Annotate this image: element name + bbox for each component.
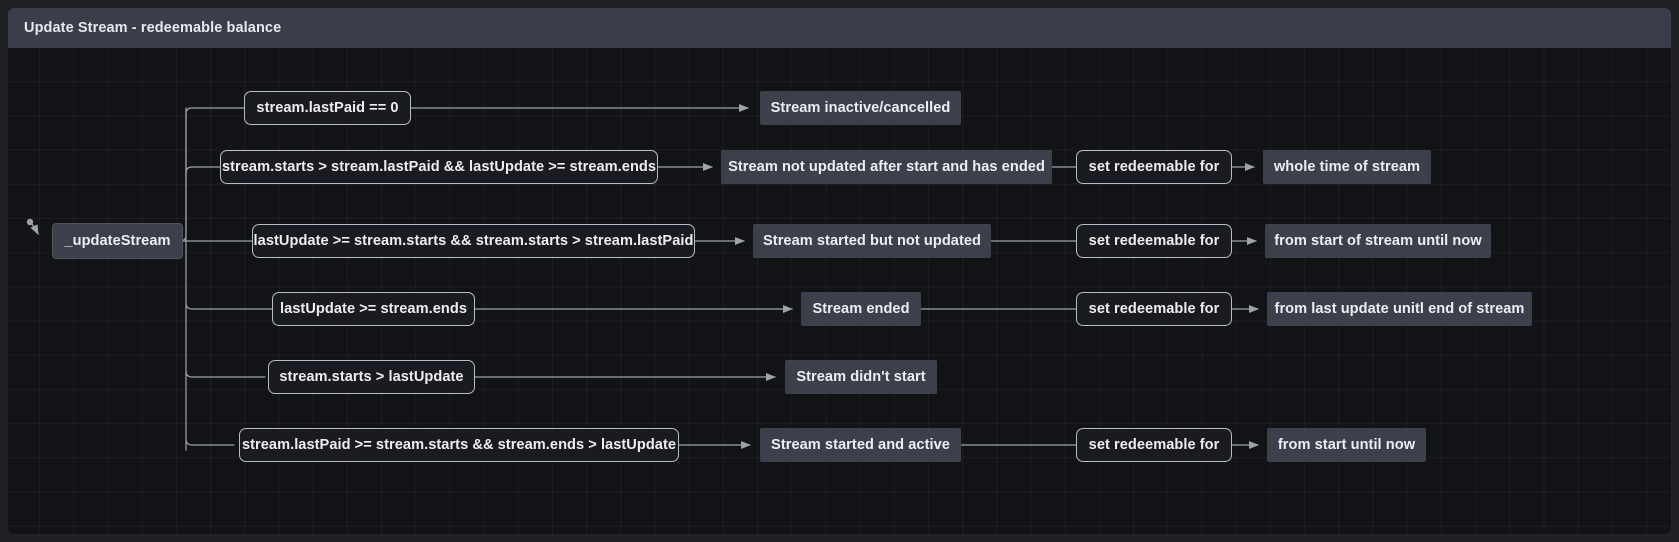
edge-root-to-cond-4 [185, 302, 273, 310]
node-label: from start until now [1277, 436, 1416, 453]
node-label: whole time of stream [1273, 158, 1421, 175]
page-title: Update Stream - redeemable balance [24, 20, 282, 36]
node-label: lastUpdate >= stream.starts && stream.st… [253, 232, 694, 249]
node-label: Stream started and active [771, 436, 950, 453]
node-action-4[interactable]: set redeemable for [1076, 292, 1232, 326]
node-label: lastUpdate >= stream.ends [280, 300, 467, 317]
node-outcome-3[interactable]: from start of stream until now [1265, 224, 1491, 258]
edge-root-to-cond-5 [185, 370, 266, 378]
node-outcome-4[interactable]: from last update unitl end of stream [1267, 292, 1532, 326]
node-label: from start of stream until now [1274, 232, 1482, 249]
node-result-6[interactable]: Stream started and active [760, 428, 961, 462]
node-label: Stream not updated after start and has e… [728, 158, 1045, 175]
window-titlebar: Update Stream - redeemable balance [8, 8, 1671, 48]
edge-root-to-cond-6 [185, 438, 235, 446]
node-label: Stream started but not updated [763, 232, 981, 249]
node-label: _updateStream [64, 232, 171, 249]
node-label: Stream didn't start [796, 368, 926, 385]
node-condition-6[interactable]: stream.lastPaid >= stream.starts && stre… [239, 428, 679, 462]
node-action-2[interactable]: set redeemable for [1076, 150, 1232, 184]
node-label: stream.starts > lastUpdate [279, 368, 464, 385]
node-condition-2[interactable]: stream.starts > stream.lastPaid && lastU… [220, 150, 658, 184]
node-label: set redeemable for [1088, 436, 1220, 453]
node-action-6[interactable]: set redeemable for [1076, 428, 1232, 462]
node-condition-1[interactable]: stream.lastPaid == 0 [244, 91, 411, 125]
node-label: stream.lastPaid == 0 [256, 99, 399, 116]
node-outcome-6[interactable]: from start until now [1267, 428, 1426, 462]
entry-dot [26, 218, 34, 226]
node-label: Stream ended [812, 300, 910, 317]
edge-root-to-cond-2 [185, 166, 223, 174]
node-result-1[interactable]: Stream inactive/cancelled [760, 91, 961, 125]
screenshot-root: Update Stream - redeemable balance _upda… [0, 0, 1679, 542]
node-condition-4[interactable]: lastUpdate >= stream.ends [272, 292, 475, 326]
node-result-4[interactable]: Stream ended [801, 292, 921, 326]
node-label: stream.starts > stream.lastPaid && lastU… [221, 158, 657, 175]
node-result-3[interactable]: Stream started but not updated [753, 224, 991, 258]
diagram-canvas[interactable]: _updateStream stream.lastPaid == 0 Strea… [8, 48, 1671, 534]
node-condition-3[interactable]: lastUpdate >= stream.starts && stream.st… [252, 224, 695, 258]
node-label: set redeemable for [1088, 300, 1220, 317]
node-action-3[interactable]: set redeemable for [1076, 224, 1232, 258]
node-label: set redeemable for [1088, 158, 1220, 175]
node-label: set redeemable for [1088, 232, 1220, 249]
node-label: Stream inactive/cancelled [770, 99, 951, 116]
node-condition-5[interactable]: stream.starts > lastUpdate [268, 360, 475, 394]
node-label: stream.lastPaid >= stream.starts && stre… [241, 436, 677, 453]
node-result-2[interactable]: Stream not updated after start and has e… [721, 150, 1052, 184]
diagram-window: Update Stream - redeemable balance _upda… [8, 8, 1671, 534]
node-result-5[interactable]: Stream didn't start [785, 360, 937, 394]
node-outcome-2[interactable]: whole time of stream [1263, 150, 1431, 184]
node-root-updatestream[interactable]: _updateStream [52, 223, 183, 259]
node-label: from last update unitl end of stream [1274, 300, 1525, 317]
